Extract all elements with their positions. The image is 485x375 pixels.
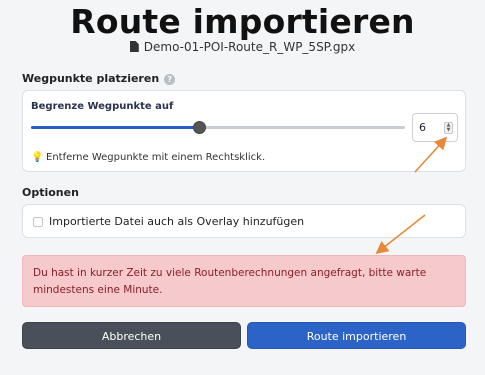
arrow-annotation — [375, 136, 448, 254]
arrow-to-stepper — [414, 136, 448, 173]
arrow-to-alert — [375, 214, 426, 254]
